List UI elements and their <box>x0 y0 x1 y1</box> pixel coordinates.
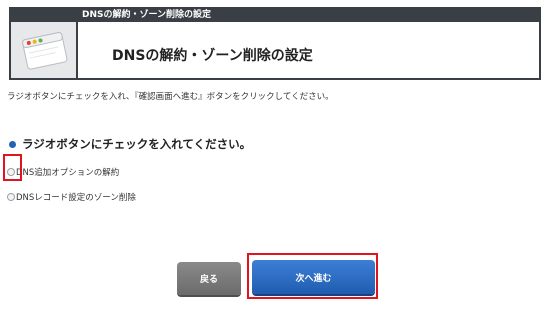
header-bar: DNSの解約・ゾーン削除の設定 <box>11 9 539 22</box>
back-button[interactable]: 戻る <box>177 262 241 295</box>
page-title: DNSの解約・ゾーン削除の設定 <box>112 48 313 64</box>
page-header: DNSの解約・ゾーン削除の設定 DNSの解約・ゾーン削除の設定 <box>9 7 541 80</box>
bullet-icon <box>9 140 16 148</box>
next-button[interactable]: 次へ進む <box>252 260 375 294</box>
radio-button-zone-delete[interactable] <box>7 193 15 201</box>
option-dns-addon-cancel[interactable]: DNS追加オプションの解約 <box>7 166 119 178</box>
option-label: DNS追加オプションの解約 <box>16 168 120 178</box>
section-heading-text: ラジオボタンにチェックを入れてください。 <box>22 137 252 151</box>
option-zone-delete[interactable]: DNSレコード設定のゾーン削除 <box>7 191 136 203</box>
header-bar-title: DNSの解約・ゾーン削除の設定 <box>82 10 212 20</box>
radio-button-dns-addon-cancel[interactable] <box>7 168 15 176</box>
section-heading: ラジオボタンにチェックを入れてください。 <box>9 136 251 152</box>
header-icon-box <box>11 22 78 78</box>
browser-window-icon <box>22 32 68 70</box>
instruction-text: ラジオボタンにチェックを入れ、『確認画面へ進む』ボタンをクリックしてください。 <box>7 92 334 102</box>
option-label: DNSレコード設定のゾーン削除 <box>16 193 136 203</box>
